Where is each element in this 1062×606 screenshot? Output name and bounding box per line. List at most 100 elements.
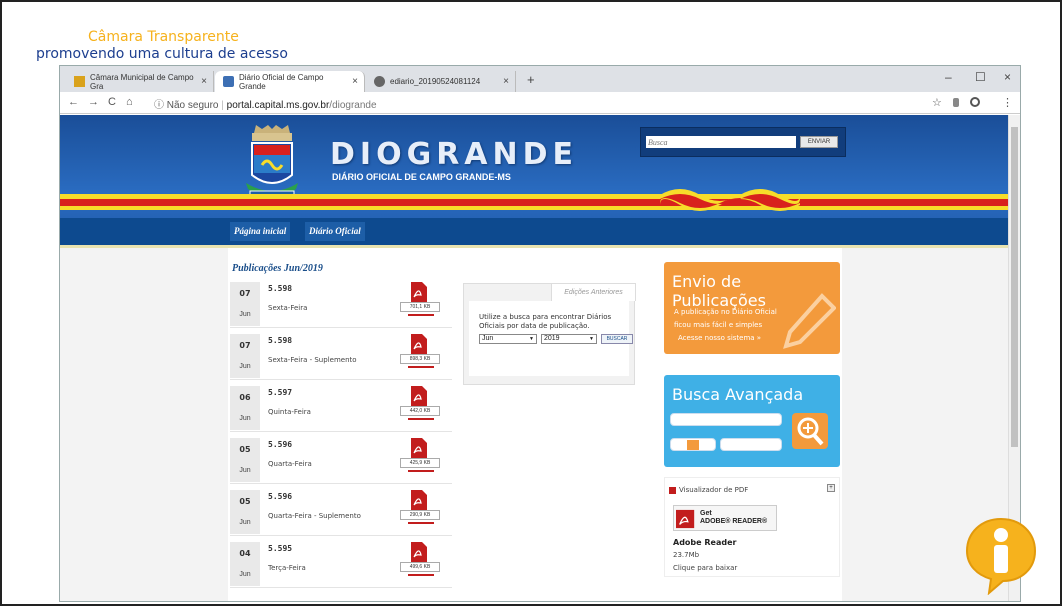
slide-frame: Câmara Transparente promovendo uma cultu… [0, 0, 1062, 606]
page-viewport: DIOGRANDE DIÁRIO OFICIAL DE CAMPO GRANDE… [60, 115, 1010, 601]
day: 07 [239, 341, 251, 350]
pdf-small-icon [669, 487, 676, 494]
list-item[interactable]: 06 Jun 5.597 Quinta-Feira 442,0 KB [230, 382, 452, 432]
close-window-button[interactable]: × [1004, 70, 1011, 84]
edition-number[interactable]: 5.595 [268, 544, 292, 553]
month: Jun [239, 363, 251, 370]
edition-number[interactable]: 5.597 [268, 388, 292, 397]
adobe-download-link[interactable]: Clique para baixar [673, 564, 737, 572]
advanced-search-button[interactable] [792, 413, 828, 449]
expand-button[interactable]: + [827, 484, 835, 492]
pdf-icon[interactable] [408, 542, 430, 562]
size-underline [408, 522, 434, 524]
day: 07 [239, 289, 251, 298]
file-size: 425,9 KB [400, 458, 440, 468]
day: 05 [239, 445, 251, 454]
year-select-value: 2019 [544, 335, 560, 342]
pdf-icon[interactable] [408, 438, 430, 458]
site-logo-subtitle: DIÁRIO OFICIAL DE CAMPO GRANDE-MS [332, 172, 511, 182]
file-size: 442,0 KB [400, 406, 440, 416]
day: 05 [239, 497, 251, 506]
weekday: Quarta-Feira - Suplemento [268, 512, 361, 520]
list-item[interactable]: 07 Jun 5.598 Sexta-Feira - Suplemento 89… [230, 330, 452, 380]
account-icon[interactable] [970, 97, 980, 107]
month-select[interactable]: Jun ▼ [479, 334, 537, 344]
envio-line-2: ficou mais fácil e simples [674, 321, 763, 329]
year-select[interactable]: 2019 ▼ [541, 334, 597, 344]
minimize-button[interactable]: – [945, 70, 952, 84]
menu-icon[interactable]: ⋮ [1002, 96, 1013, 109]
envio-publicacoes-banner[interactable]: Envio de Publicações A publicação no Diá… [664, 262, 840, 354]
pdf-viewer-title: Visualizador de PDF [679, 486, 749, 494]
search-input[interactable] [646, 136, 796, 148]
tab-label: Diário Oficial de Campo Grande [239, 72, 324, 91]
weekday: Sexta-Feira - Suplemento [268, 356, 357, 364]
url-path: /diogrande [329, 100, 377, 111]
menu-item-diario-oficial[interactable]: Diário Oficial [305, 222, 365, 241]
site-logo[interactable]: DIOGRANDE [330, 137, 578, 172]
tab-label: ediario_20190524081124 [390, 77, 481, 86]
home-icon[interactable]: ⌂ [126, 96, 133, 108]
list-item[interactable]: 07 Jun 5.598 Sexta-Feira 701,1 KB [230, 278, 452, 328]
date-field[interactable] [670, 438, 716, 451]
file-size: 898,3 KB [400, 354, 440, 364]
busca-avancada-title: Busca Avançada [672, 385, 804, 404]
pdf-viewer-panel: Visualizador de PDF + Get ADOBE® READER®… [664, 477, 840, 577]
pdf-icon[interactable] [408, 386, 430, 406]
forward-icon[interactable]: → [88, 96, 99, 108]
tab-previous-editions[interactable]: Edições Anteriores [551, 283, 636, 301]
edition-number[interactable]: 5.598 [268, 284, 292, 293]
maximize-button[interactable]: ☐ [975, 70, 986, 84]
date-box: 05 Jun [230, 490, 260, 534]
star-icon[interactable]: ☆ [932, 96, 942, 109]
adobe-reader-name: Adobe Reader [673, 538, 737, 547]
month-select-value: Jun [482, 335, 494, 342]
banner-title: Câmara Transparente [88, 29, 239, 45]
advanced-search-input[interactable] [670, 413, 782, 426]
date-field-2[interactable] [720, 438, 782, 451]
tab-diario[interactable]: Diário Oficial de Campo Grande × [215, 71, 365, 92]
list-item[interactable]: 04 Jun 5.595 Terça-Feira 499,6 KB [230, 538, 452, 588]
pdf-icon[interactable] [408, 490, 430, 510]
magnifier-plus-icon [797, 417, 824, 446]
site-search: ENVIAR [640, 127, 846, 157]
site-header: DIOGRANDE DIÁRIO OFICIAL DE CAMPO GRANDE… [60, 115, 1010, 245]
pdf-icon[interactable] [408, 334, 430, 354]
file-size: 499,6 KB [400, 562, 440, 572]
new-tab-button[interactable]: + [527, 72, 535, 87]
month: Jun [239, 519, 251, 526]
main-menu: Página inicial Diário Oficial [60, 218, 1010, 245]
extension-icon[interactable] [953, 98, 959, 107]
get-adobe-reader-button[interactable]: Get ADOBE® READER® [673, 505, 777, 531]
reload-icon[interactable]: C [108, 96, 116, 108]
edition-number[interactable]: 5.598 [268, 336, 292, 345]
globe-icon [374, 76, 385, 87]
list-item[interactable]: 05 Jun 5.596 Quarta-Feira 425,9 KB [230, 434, 452, 484]
url-field[interactable]: ⓘ Não seguro | portal.capital.ms.gov.br/… [154, 96, 377, 111]
envio-link[interactable]: Acesse nosso sistema » [678, 334, 761, 342]
menu-item-home[interactable]: Página inicial [230, 222, 291, 241]
edition-number[interactable]: 5.596 [268, 492, 292, 501]
adobe-reader-label: ADOBE® READER® [700, 518, 768, 525]
tab-ediario[interactable]: ediario_20190524081124 × [366, 71, 516, 92]
security-indicator[interactable]: ⓘ Não seguro [154, 100, 218, 111]
pdf-icon[interactable] [408, 282, 430, 302]
scrollbar-thumb[interactable] [1011, 127, 1018, 447]
buscar-button[interactable]: BUSCAR [601, 334, 633, 344]
close-icon[interactable]: × [352, 76, 358, 87]
busca-avancada-panel: Busca Avançada [664, 375, 840, 467]
edition-number[interactable]: 5.596 [268, 440, 292, 449]
flag-stripe-red [60, 199, 1010, 206]
adobe-icon [676, 509, 695, 529]
back-icon[interactable]: ← [68, 96, 79, 108]
search-submit-button[interactable]: ENVIAR [800, 136, 838, 148]
list-item[interactable]: 05 Jun 5.596 Quarta-Feira - Suplemento 2… [230, 486, 452, 536]
close-icon[interactable]: × [503, 76, 509, 87]
tab-camara[interactable]: Câmara Municipal de Campo Gra × [66, 71, 214, 92]
flag-stripe-yellow-2 [60, 206, 1010, 210]
date-box: 06 Jun [230, 386, 260, 430]
tab-bar: Câmara Municipal de Campo Gra × Diário O… [60, 66, 1020, 92]
calendar-icon[interactable] [687, 440, 699, 450]
banner-subtitle: promovendo uma cultura de acesso [36, 46, 288, 62]
close-icon[interactable]: × [201, 76, 207, 87]
